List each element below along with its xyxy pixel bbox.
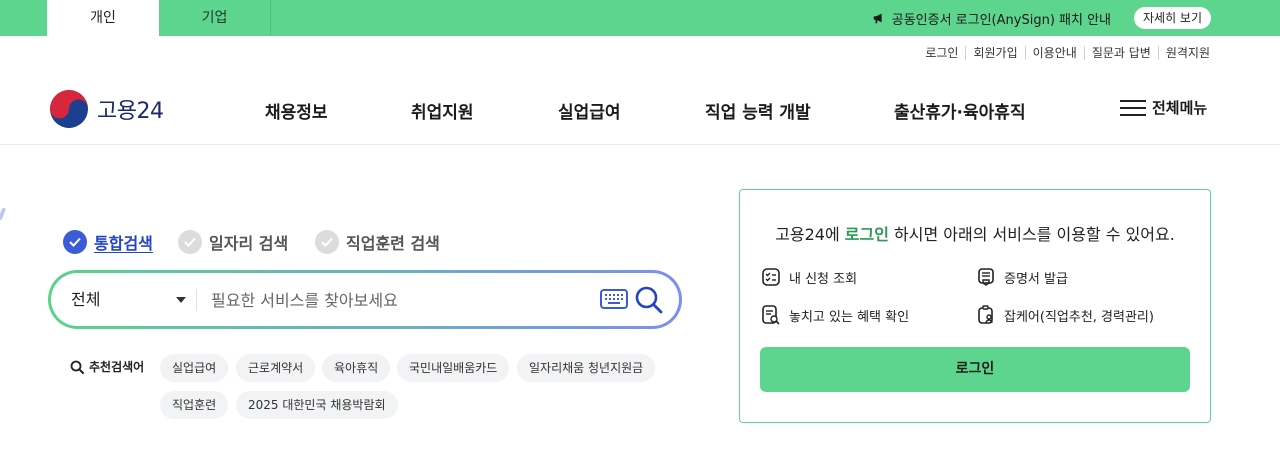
check-circle-icon	[63, 230, 87, 254]
nav-jobs[interactable]: 채용정보	[265, 98, 328, 123]
panel-title: 고용24에 로그인 하시면 아래의 서비스를 이용할 수 있어요.	[740, 221, 1210, 245]
tab-company[interactable]: 기업	[159, 0, 271, 36]
search-divider	[196, 289, 197, 311]
site-logo[interactable]: 고용24	[49, 89, 164, 129]
service-job-care[interactable]: 잡케어(직업추천, 경력관리)	[976, 305, 1154, 325]
caret-down-icon[interactable]	[176, 297, 186, 303]
checklist-icon	[762, 268, 780, 286]
megaphone-icon	[873, 13, 882, 24]
keyboard-icon[interactable]	[600, 289, 628, 309]
hamburger-icon	[1120, 99, 1146, 117]
check-circle-icon	[178, 230, 202, 254]
keyword-chip[interactable]: 육아휴직	[322, 354, 391, 382]
recommended-label: 추천검색어	[70, 358, 144, 375]
search-input[interactable]	[211, 286, 591, 314]
service-label: 증명서 발급	[1004, 271, 1068, 287]
keyword-chip[interactable]: 2025 대한민국 채용박람회	[236, 391, 398, 419]
util-remote-link[interactable]: 원격지원	[1157, 46, 1210, 60]
util-faq-link[interactable]: 질문과 답변	[1083, 46, 1158, 60]
search-box: 전체	[48, 270, 682, 329]
recommended-label-text: 추천검색어	[89, 360, 145, 374]
notice-text: 공동인증서 로그인(AnySign) 패치 안내	[891, 12, 1111, 28]
panel-title-prefix: 고용24에	[775, 225, 845, 244]
service-label: 잡케어(직업추천, 경력관리)	[1004, 309, 1154, 325]
login-benefit-panel: 고용24에 로그인 하시면 아래의 서비스를 이용할 수 있어요. 내 신청 조…	[739, 189, 1211, 423]
nav-unemployment-benefit[interactable]: 실업급여	[558, 98, 621, 123]
login-button[interactable]: 로그인	[760, 347, 1190, 392]
keyword-chip[interactable]: 실업급여	[160, 354, 229, 382]
service-my-applications[interactable]: 내 신청 조회	[761, 267, 857, 287]
more-button[interactable]: 자세히 보기	[1133, 7, 1211, 29]
service-certificate[interactable]: 증명서 발급	[976, 267, 1068, 287]
utility-links: 로그인 회원가입 이용안내 질문과 답변 원격지원	[918, 46, 1210, 60]
service-missed-benefits[interactable]: 놓치고 있는 혜택 확인	[761, 305, 909, 325]
service-label: 내 신청 조회	[789, 271, 858, 287]
search-small-icon	[70, 360, 84, 374]
search-tab-training[interactable]: 직업훈련 검색	[315, 230, 440, 254]
certificate-icon	[978, 268, 994, 286]
notice-banner[interactable]: 공동인증서 로그인(AnySign) 패치 안내	[872, 0, 1111, 36]
document-search-icon	[762, 305, 780, 325]
search-scope-select[interactable]: 전체	[71, 273, 100, 326]
search-tab-label: 직업훈련 검색	[346, 234, 440, 253]
header-divider	[0, 144, 1280, 145]
panel-title-login-link[interactable]: 로그인	[845, 225, 889, 244]
util-login-link[interactable]: 로그인	[918, 46, 965, 60]
keyword-chip[interactable]: 직업훈련	[160, 391, 229, 419]
decorative-mark	[0, 208, 7, 220]
util-guide-link[interactable]: 이용안내	[1024, 46, 1084, 60]
keyword-chip[interactable]: 일자리채움 청년지원금	[517, 354, 656, 382]
all-menu-button[interactable]: 전체메뉴	[1120, 97, 1207, 118]
search-icon[interactable]	[634, 285, 664, 315]
taegeuk-logo-icon	[50, 90, 88, 128]
clipboard-user-icon	[978, 305, 993, 324]
service-label: 놓치고 있는 혜택 확인	[789, 309, 910, 325]
nav-parental-leave[interactable]: 출산휴가·육아휴직	[894, 98, 1026, 123]
util-signup-link[interactable]: 회원가입	[965, 46, 1024, 60]
nav-vocational-training[interactable]: 직업 능력 개발	[705, 98, 811, 123]
search-tab-jobs[interactable]: 일자리 검색	[178, 230, 288, 254]
check-circle-icon	[315, 230, 339, 254]
nav-employment-support[interactable]: 취업지원	[411, 98, 474, 123]
keyword-chip[interactable]: 국민내일배움카드	[397, 354, 510, 382]
search-tab-label: 통합검색	[94, 234, 153, 253]
all-menu-label: 전체메뉴	[1152, 99, 1208, 117]
search-tab-label: 일자리 검색	[209, 234, 289, 253]
logo-text: 고용24	[97, 99, 164, 124]
panel-title-suffix: 하시면 아래의 서비스를 이용할 수 있어요.	[888, 225, 1175, 244]
tab-personal[interactable]: 개인	[47, 0, 159, 36]
keyword-chip[interactable]: 근로계약서	[236, 354, 316, 382]
search-tab-integrated[interactable]: 통합검색	[63, 230, 153, 254]
